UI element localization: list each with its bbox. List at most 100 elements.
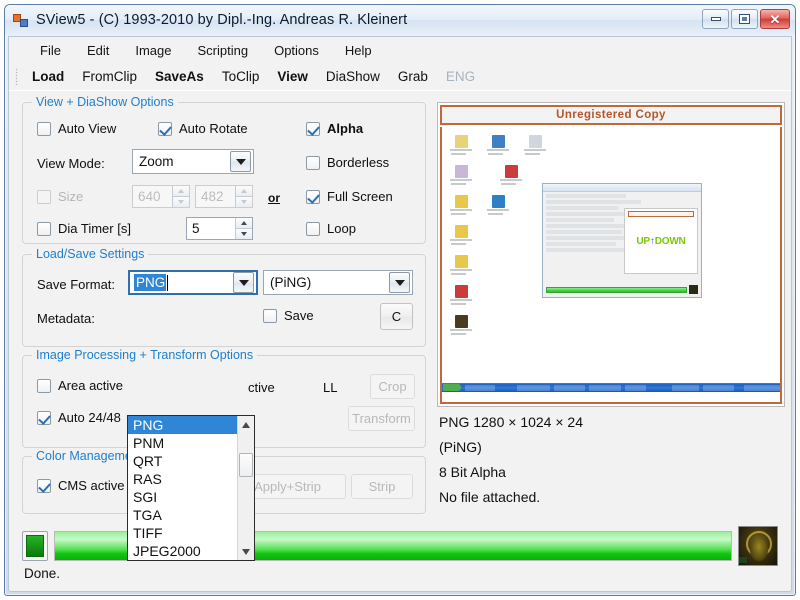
content-split: View + DiaShow Options Auto View Auto Ro… [9, 92, 791, 591]
checkbox-full-screen[interactable]: Full Screen [306, 189, 393, 204]
toolbar-grab[interactable]: Grab [389, 67, 437, 86]
checkbox-label: Alpha [327, 121, 364, 136]
label-save-format: Save Format: [37, 277, 116, 292]
start-button-icon [443, 384, 462, 391]
spinner-width-value: 640 [138, 189, 161, 204]
toolbar-saveas[interactable]: SaveAs [146, 67, 213, 86]
desktop-icon [450, 225, 472, 246]
application-window: SView5 - (C) 1993-2010 by Dipl.-Ing. And… [4, 4, 796, 596]
toolbar-eng: ENG [445, 69, 476, 84]
scroll-track[interactable] [238, 433, 254, 543]
menu-options[interactable]: Options [261, 40, 332, 61]
label-metadata: Metadata: [37, 311, 95, 326]
spinner-up-icon [235, 186, 252, 196]
dropdown-option-qrt[interactable]: QRT [128, 452, 237, 470]
window-controls: ✕ [702, 9, 790, 29]
close-button[interactable]: ✕ [760, 9, 790, 29]
maximize-button[interactable] [731, 9, 758, 29]
info-file-attachment: No file attached. [439, 489, 541, 505]
inner-status-thumbnail [689, 285, 698, 294]
desktop-icon [487, 195, 509, 216]
application-icon [13, 12, 29, 28]
save-format-dropdown-list[interactable]: PNG PNM QRT RAS SGI TGA TIFF JPEG2000 [127, 415, 255, 561]
toolbar-diashow[interactable]: DiaShow [317, 67, 389, 86]
combo-view-mode-value: Zoom [139, 154, 174, 169]
combo-save-format[interactable]: PNG [128, 270, 258, 295]
menu-help[interactable]: Help [332, 40, 385, 61]
toolbar-toclip[interactable]: ToClip [213, 67, 269, 86]
checkbox-area-active[interactable]: Area active [37, 378, 123, 393]
crop-button: Crop [370, 374, 415, 399]
combo-view-mode[interactable]: Zoom [132, 149, 254, 174]
combo-format-description[interactable]: (PiNG) [263, 270, 413, 295]
checkbox-auto-view[interactable]: Auto View [37, 121, 116, 136]
dropdown-option-sgi[interactable]: SGI [128, 488, 237, 506]
metadata-c-button[interactable]: C [380, 303, 413, 330]
spinner-buttons[interactable] [235, 218, 252, 239]
checkbox-box [37, 121, 51, 136]
desktop-icon [524, 135, 546, 156]
spinner-dia-timer[interactable]: 5 [186, 217, 253, 240]
strip-button: Strip [351, 474, 413, 499]
dropdown-scrollbar[interactable] [237, 416, 254, 560]
checkbox-box [263, 308, 277, 323]
dropdown-option-ras[interactable]: RAS [128, 470, 237, 488]
status-thumbnail-image[interactable] [738, 526, 778, 566]
updown-down: DOWN [654, 236, 686, 247]
toolbar-load[interactable]: Load [23, 67, 73, 86]
dropdown-option-jpeg2000[interactable]: JPEG2000 [128, 542, 237, 560]
minimize-button[interactable] [702, 9, 729, 29]
inner-unregistered-banner [628, 211, 694, 217]
checkbox-label: Auto 24/48 [58, 410, 121, 425]
checkbox-borderless[interactable]: Borderless [306, 155, 389, 170]
dropdown-option-png[interactable]: PNG [128, 416, 237, 434]
chevron-down-icon[interactable] [389, 272, 410, 293]
text-caret [167, 274, 169, 291]
menu-file[interactable]: File [27, 40, 74, 61]
toolbar-fromclip[interactable]: FromClip [73, 67, 146, 86]
spinner-buttons [172, 186, 189, 207]
spinner-height-value: 482 [201, 189, 224, 204]
spinner-dia-timer-value: 5 [192, 221, 200, 236]
spinner-up-icon[interactable] [235, 218, 252, 228]
toolbar-view[interactable]: View [268, 67, 317, 86]
toolbar: Load FromClip SaveAs ToClip View DiaShow… [9, 63, 791, 91]
desktop-icon [487, 135, 509, 156]
image-preview-panel[interactable]: Unregistered Copy UP↑DOWN [437, 102, 785, 407]
crop-label: Crop [378, 379, 407, 394]
dropdown-option-tiff[interactable]: TIFF [128, 524, 237, 542]
combo-save-format-value: PNG [134, 274, 167, 291]
checkbox-cms-active[interactable]: CMS active [37, 478, 124, 493]
desktop-icon [450, 285, 472, 306]
dropdown-option-pnm[interactable]: PNM [128, 434, 237, 452]
checkbox-loop[interactable]: Loop [306, 221, 356, 236]
chevron-down-icon[interactable] [233, 272, 254, 293]
scroll-thumb[interactable] [239, 453, 253, 477]
menu-image[interactable]: Image [122, 40, 184, 61]
checkbox-dia-timer[interactable]: Dia Timer [s] [37, 221, 131, 236]
checkbox-alpha[interactable]: Alpha [306, 121, 363, 136]
checkbox-box [158, 121, 172, 136]
menu-scripting[interactable]: Scripting [185, 40, 262, 61]
menu-edit[interactable]: Edit [74, 40, 122, 61]
checkbox-save-metadata[interactable]: Save [263, 308, 314, 323]
checkbox-label: Borderless [327, 155, 390, 170]
preview-inner-application-window: UP↑DOWN [542, 183, 702, 298]
spinner-down-icon[interactable] [235, 228, 252, 239]
spinner-buttons [235, 186, 252, 207]
checkbox-label: CMS active [58, 478, 125, 493]
checkbox-auto-rotate[interactable]: Auto Rotate [158, 121, 248, 136]
desktop-icon [450, 135, 472, 156]
checkbox-label: Save [284, 308, 314, 323]
desktop-icon [500, 165, 522, 186]
scroll-down-icon[interactable] [238, 543, 254, 560]
label-ll: LL [323, 380, 338, 395]
inner-preview-canvas: UP↑DOWN [624, 208, 698, 274]
chevron-down-icon[interactable] [230, 151, 251, 172]
dropdown-options[interactable]: PNG PNM QRT RAS SGI TGA TIFF JPEG2000 [128, 416, 237, 560]
checkbox-box [306, 221, 320, 236]
toolbar-grip[interactable] [15, 68, 18, 85]
checkbox-auto-24-48[interactable]: Auto 24/48 [37, 410, 121, 425]
scroll-up-icon[interactable] [238, 416, 254, 433]
dropdown-option-tga[interactable]: TGA [128, 506, 237, 524]
